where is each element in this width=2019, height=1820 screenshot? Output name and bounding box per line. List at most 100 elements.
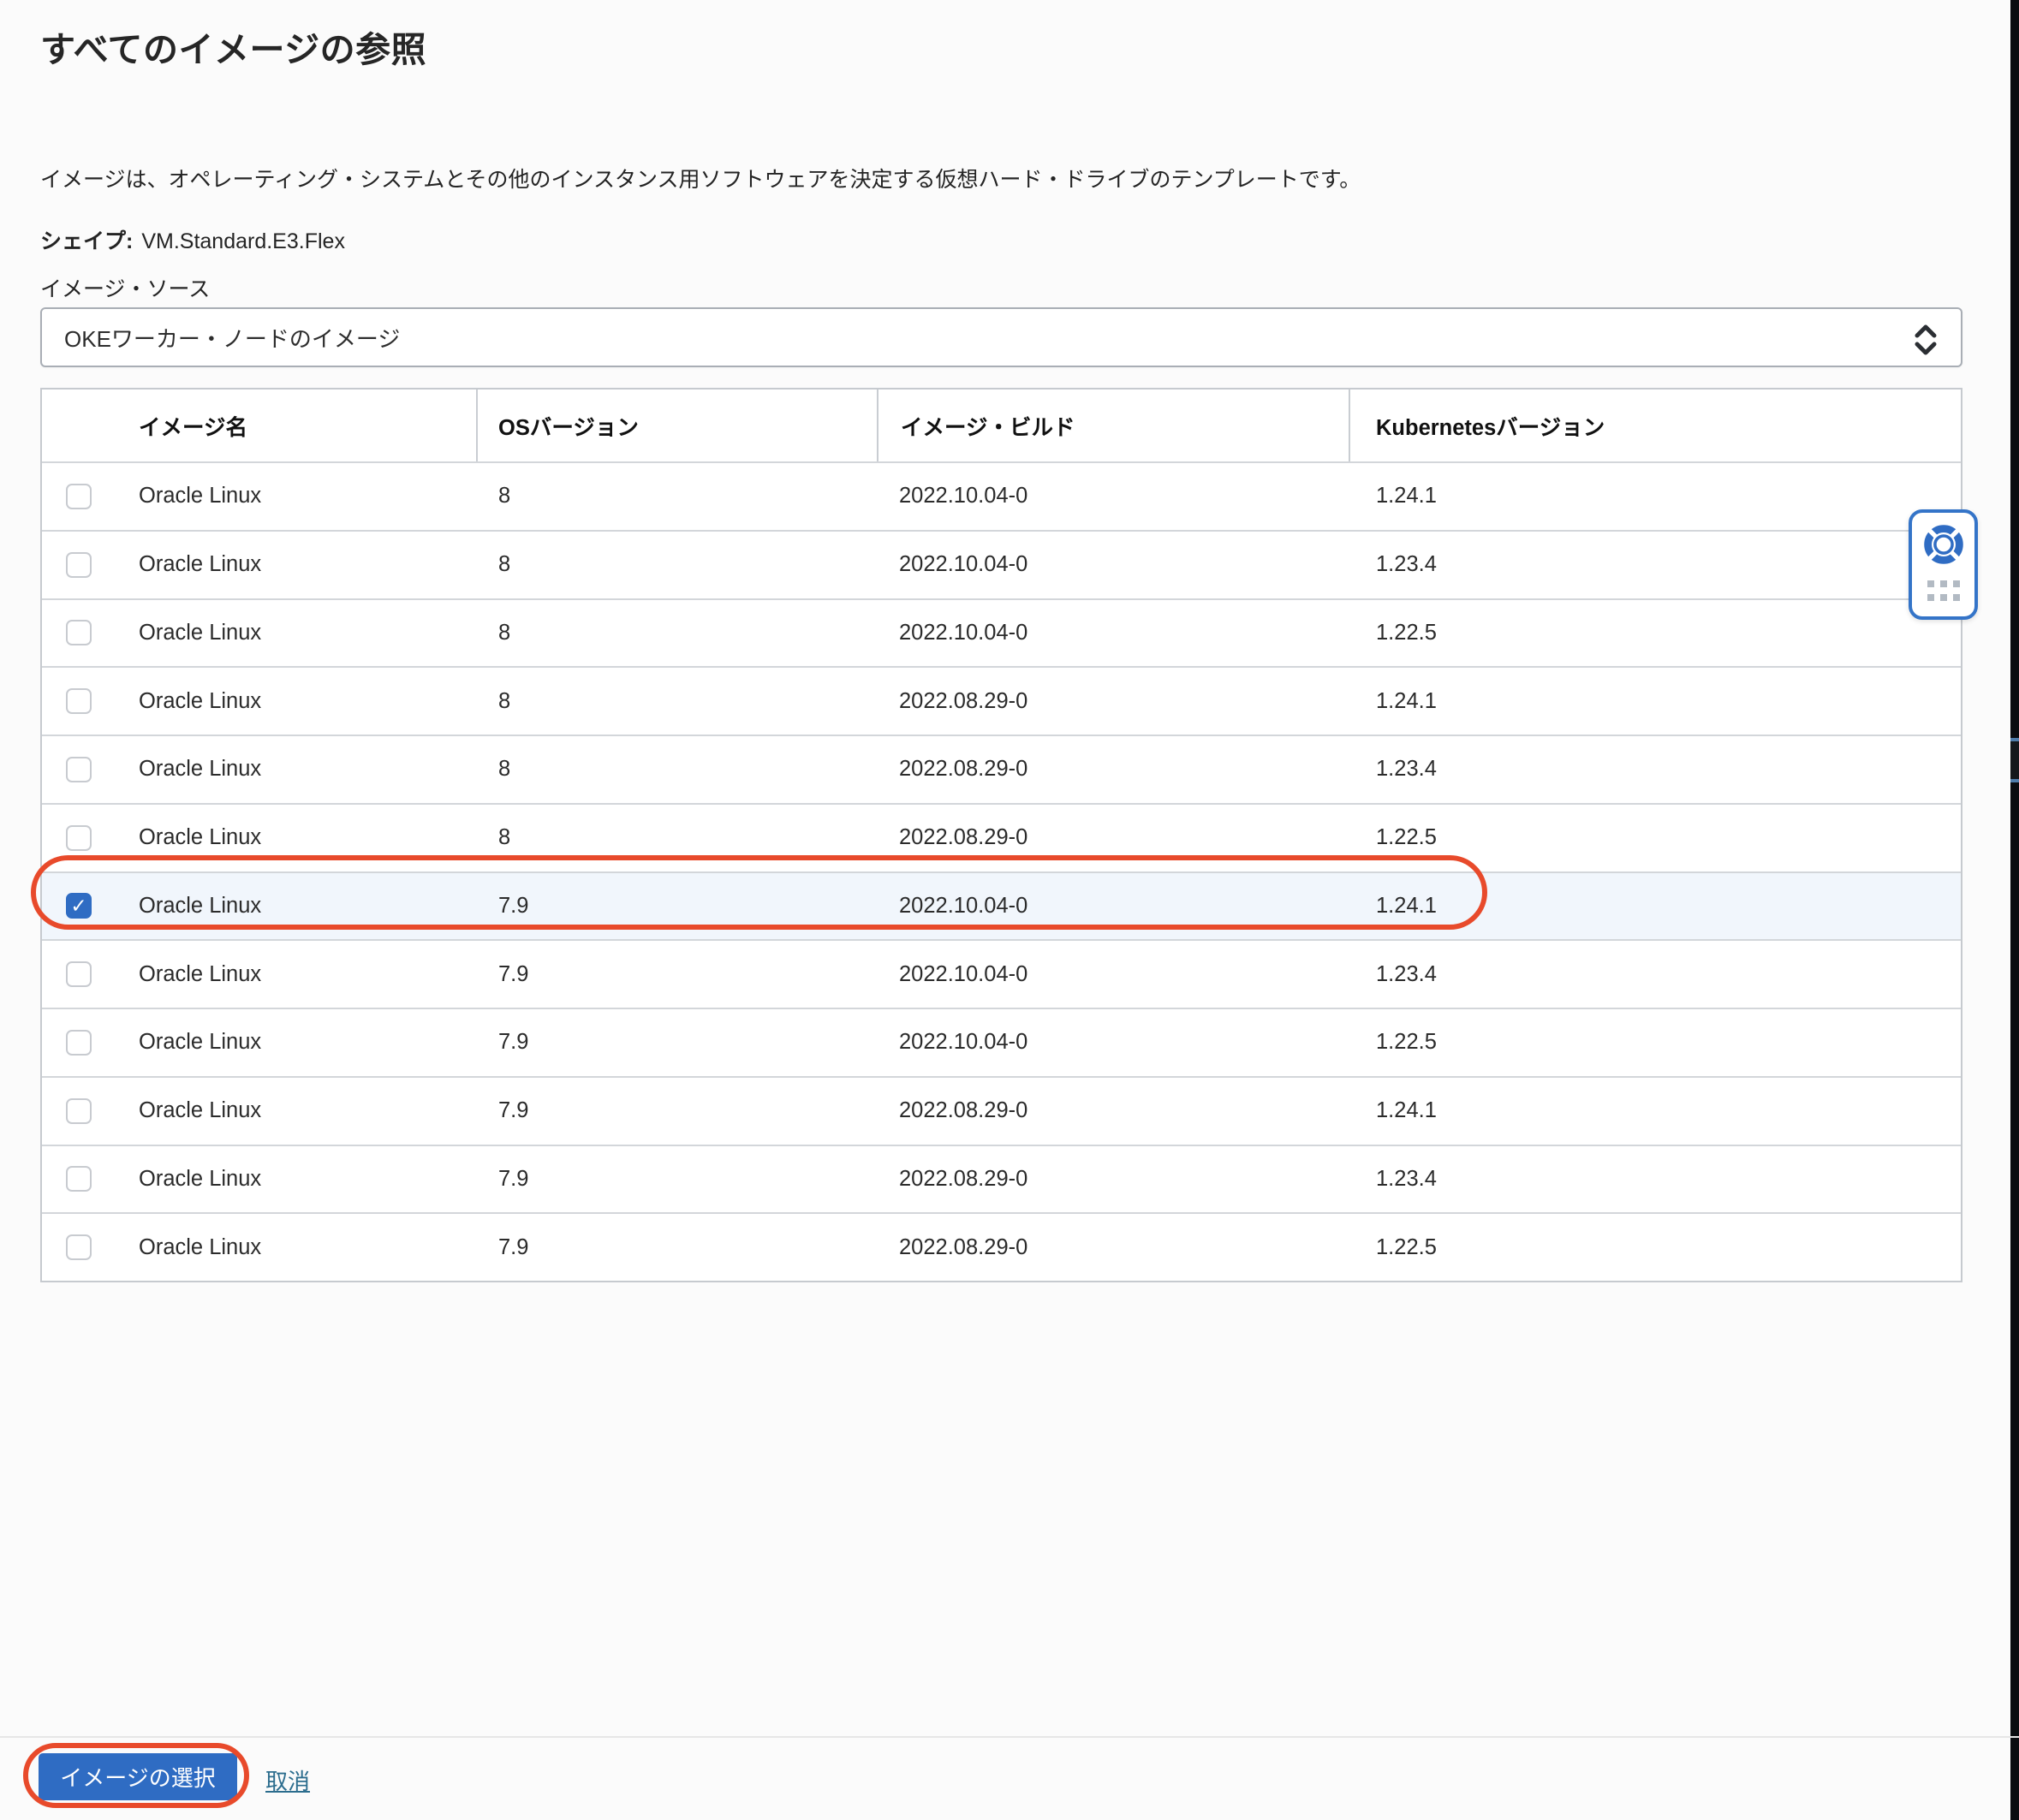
cell-os-version: 7.9 [478, 894, 878, 919]
image-source-select[interactable]: OKEワーカー・ノードのイメージ [40, 307, 1962, 367]
cell-kubernetes-version: 1.24.1 [1350, 894, 1961, 919]
page-title: すべてのイメージの参照 [40, 21, 426, 72]
table-row[interactable]: Oracle Linux 8 2022.10.04-0 1.22.5 [42, 598, 1961, 667]
cell-os-version: 7.9 [478, 1098, 878, 1123]
cell-image-build: 2022.10.04-0 [878, 1030, 1350, 1055]
cell-image-name: Oracle Linux [100, 1167, 478, 1192]
select-image-button[interactable]: イメージの選択 [39, 1753, 237, 1800]
column-header-image-name: イメージ名 [42, 390, 478, 461]
cell-os-version: 8 [478, 757, 878, 782]
row-checkbox[interactable] [66, 620, 92, 645]
help-widget[interactable] [1909, 509, 1978, 620]
cell-kubernetes-version: 1.23.4 [1350, 552, 1961, 577]
cell-image-build: 2022.10.04-0 [878, 552, 1350, 577]
row-checkbox[interactable] [66, 1166, 92, 1192]
row-checkbox-cell [42, 893, 100, 919]
cell-os-version: 8 [478, 552, 878, 577]
cell-kubernetes-version: 1.23.4 [1350, 757, 1961, 782]
cell-image-build: 2022.10.04-0 [878, 621, 1350, 645]
image-source-selected-value: OKEワーカー・ノードのイメージ [64, 322, 400, 354]
cell-image-name: Oracle Linux [100, 757, 478, 782]
shape-value: VM.Standard.E3.Flex [141, 229, 345, 253]
row-checkbox[interactable] [66, 825, 92, 851]
cell-kubernetes-version: 1.22.5 [1350, 621, 1961, 645]
images-table: イメージ名 OSバージョン イメージ・ビルド Kubernetesバージョン O… [40, 388, 1962, 1282]
image-source-label: イメージ・ソース [40, 272, 210, 303]
dialog-description: イメージは、オペレーティング・システムとその他のインスタンス用ソフトウェアを決定… [40, 163, 1361, 193]
drag-handle-icon[interactable] [1927, 580, 1960, 601]
table-row[interactable]: Oracle Linux 7.9 2022.08.29-0 1.22.5 [42, 1212, 1961, 1281]
table-row[interactable]: Oracle Linux 7.9 2022.10.04-0 1.23.4 [42, 939, 1961, 1008]
row-checkbox[interactable] [66, 1098, 92, 1124]
cell-image-name: Oracle Linux [100, 825, 478, 850]
table-row[interactable]: Oracle Linux 8 2022.10.04-0 1.24.1 [42, 461, 1961, 530]
shape-row: シェイプ: VM.Standard.E3.Flex [40, 224, 345, 255]
table-row[interactable]: Oracle Linux 7.9 2022.10.04-0 1.22.5 [42, 1008, 1961, 1076]
row-checkbox-cell [42, 484, 100, 509]
table-row[interactable]: Oracle Linux 8 2022.10.04-0 1.23.4 [42, 530, 1961, 598]
cell-os-version: 8 [478, 689, 878, 714]
row-checkbox[interactable] [66, 893, 92, 919]
cell-image-build: 2022.10.04-0 [878, 484, 1350, 509]
cell-os-version: 7.9 [478, 1235, 878, 1260]
row-checkbox[interactable] [66, 1030, 92, 1056]
row-checkbox-cell [42, 620, 100, 645]
cell-image-name: Oracle Linux [100, 962, 478, 987]
row-checkbox[interactable] [66, 688, 92, 714]
table-row[interactable]: Oracle Linux 8 2022.08.29-0 1.24.1 [42, 666, 1961, 735]
row-checkbox[interactable] [66, 552, 92, 578]
cell-os-version: 7.9 [478, 962, 878, 987]
life-ring-icon[interactable] [1920, 520, 1968, 573]
cell-os-version: 8 [478, 621, 878, 645]
cell-image-name: Oracle Linux [100, 1030, 478, 1055]
cancel-link[interactable]: 取消 [265, 1764, 310, 1796]
cell-image-name: Oracle Linux [100, 1235, 478, 1260]
cell-image-name: Oracle Linux [100, 552, 478, 577]
table-row[interactable]: Oracle Linux 8 2022.08.29-0 1.23.4 [42, 735, 1961, 803]
cell-image-build: 2022.10.04-0 [878, 962, 1350, 987]
row-checkbox[interactable] [66, 961, 92, 987]
shape-label: シェイプ: [40, 229, 133, 253]
cell-kubernetes-version: 1.24.1 [1350, 484, 1961, 509]
table-row[interactable]: Oracle Linux 8 2022.08.29-0 1.22.5 [42, 803, 1961, 871]
cell-os-version: 8 [478, 825, 878, 850]
row-checkbox-cell [42, 961, 100, 987]
cell-image-build: 2022.08.29-0 [878, 1098, 1350, 1123]
column-header-os-version: OSバージョン [478, 390, 878, 461]
cell-kubernetes-version: 1.24.1 [1350, 689, 1961, 714]
row-checkbox[interactable] [66, 1234, 92, 1260]
console-edge-scrollbar-track [2010, 0, 2019, 1820]
cell-image-build: 2022.08.29-0 [878, 825, 1350, 850]
chevron-up-down-icon [1911, 322, 1940, 364]
cell-kubernetes-version: 1.22.5 [1350, 1030, 1961, 1055]
table-row[interactable]: Oracle Linux 7.9 2022.10.04-0 1.24.1 [42, 871, 1961, 940]
cell-image-build: 2022.08.29-0 [878, 689, 1350, 714]
table-row[interactable]: Oracle Linux 7.9 2022.08.29-0 1.24.1 [42, 1076, 1961, 1145]
row-checkbox-cell [42, 1234, 100, 1260]
cell-kubernetes-version: 1.23.4 [1350, 1167, 1961, 1192]
row-checkbox[interactable] [66, 484, 92, 509]
cell-image-name: Oracle Linux [100, 621, 478, 645]
cell-kubernetes-version: 1.23.4 [1350, 962, 1961, 987]
row-checkbox-cell [42, 1098, 100, 1124]
row-checkbox-cell [42, 688, 100, 714]
row-checkbox[interactable] [66, 757, 92, 782]
cell-image-name: Oracle Linux [100, 484, 478, 509]
row-checkbox-cell [42, 757, 100, 782]
cell-kubernetes-version: 1.22.5 [1350, 825, 1961, 850]
footer-divider [0, 1736, 2019, 1738]
table-row[interactable]: Oracle Linux 7.9 2022.08.29-0 1.23.4 [42, 1145, 1961, 1213]
cell-os-version: 7.9 [478, 1167, 878, 1192]
cell-kubernetes-version: 1.22.5 [1350, 1235, 1961, 1260]
column-header-kubernetes-version: Kubernetesバージョン [1350, 390, 1961, 461]
cell-image-name: Oracle Linux [100, 894, 478, 919]
cell-kubernetes-version: 1.24.1 [1350, 1098, 1961, 1123]
console-edge-scrollbar-thumb[interactable] [2010, 738, 2019, 782]
row-checkbox-cell [42, 552, 100, 578]
cell-image-name: Oracle Linux [100, 1098, 478, 1123]
cell-os-version: 7.9 [478, 1030, 878, 1055]
row-checkbox-cell [42, 825, 100, 851]
cell-image-build: 2022.08.29-0 [878, 757, 1350, 782]
cell-image-build: 2022.08.29-0 [878, 1167, 1350, 1192]
row-checkbox-cell [42, 1030, 100, 1056]
